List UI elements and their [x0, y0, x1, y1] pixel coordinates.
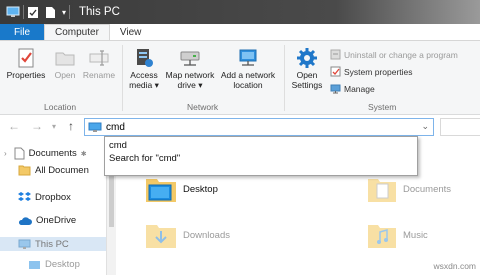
- documents-icon: [14, 147, 25, 160]
- chevron-down-icon[interactable]: ⌄: [421, 121, 429, 132]
- network-group-label: Network: [187, 102, 219, 112]
- desktop-folder-icon: [146, 179, 176, 202]
- music-folder-icon: [368, 225, 396, 248]
- gear-icon: [297, 48, 317, 68]
- access-media-button[interactable]: Access media ▾: [126, 47, 162, 90]
- sidebar-item-label: OneDrive: [36, 215, 77, 226]
- sidebar-item-label: Desktop: [45, 259, 80, 270]
- properties-check-icon[interactable]: [27, 0, 39, 24]
- map-network-drive-button[interactable]: Map network drive ▾: [163, 47, 217, 90]
- rename-label: Rename: [82, 70, 116, 80]
- map-network-drive-label-2: drive ▾: [177, 79, 203, 90]
- uninstall-label: Uninstall or change a program: [344, 49, 458, 60]
- title-separator: [69, 5, 71, 19]
- up-arrow-icon[interactable]: ↑: [68, 119, 74, 133]
- tab-computer[interactable]: Computer: [44, 24, 110, 40]
- folder-label: Music: [403, 229, 428, 241]
- sidebar-item-label: All Documen: [35, 165, 89, 176]
- sidebar-item-this-pc[interactable]: This PC: [0, 237, 106, 251]
- back-arrow-icon[interactable]: ←: [8, 119, 20, 133]
- recent-dropdown-icon[interactable]: ▾: [52, 122, 56, 131]
- group-divider: [122, 45, 123, 111]
- rename-button[interactable]: Rename: [82, 47, 116, 81]
- scrollbar-thumb[interactable]: [109, 171, 114, 227]
- folder-documents[interactable]: Documents: [367, 175, 451, 203]
- folder-music[interactable]: Music: [367, 221, 428, 249]
- suggestion-item[interactable]: Search for "cmd": [105, 152, 417, 165]
- properties-button[interactable]: Properties: [6, 47, 46, 81]
- sidebar-item-documents[interactable]: › Documents ✱: [4, 147, 87, 160]
- folder-label: Documents: [403, 183, 452, 195]
- computer-icon[interactable]: [6, 0, 20, 24]
- cloud-icon: [18, 216, 32, 225]
- sidebar-item-label: Dropbox: [35, 191, 71, 203]
- open-folder-icon: [55, 52, 75, 66]
- address-bar[interactable]: ⌄: [84, 118, 434, 136]
- sidebar-item-desktop[interactable]: Desktop: [28, 259, 80, 270]
- downloads-folder-icon: [146, 225, 176, 248]
- address-input[interactable]: [106, 121, 406, 133]
- folder-label: Desktop: [183, 183, 218, 195]
- system-properties-button[interactable]: System properties: [330, 66, 413, 77]
- network-location-icon: [239, 49, 257, 66]
- folder-desktop[interactable]: Desktop: [145, 175, 218, 203]
- open-button[interactable]: Open: [50, 47, 80, 81]
- desktop-folder-icon: [29, 260, 40, 269]
- sidebar-item-label: Documents: [28, 148, 77, 159]
- window-title: This PC: [79, 6, 120, 18]
- system-group-label: System: [368, 102, 397, 112]
- network-drive-icon: [180, 51, 200, 66]
- add-network-location-label-2: location: [233, 79, 263, 90]
- computer-icon: [18, 239, 31, 249]
- folder-downloads[interactable]: Downloads: [145, 221, 230, 249]
- open-label: Open: [54, 70, 76, 80]
- properties-label: Properties: [6, 70, 46, 80]
- ribbon: Properties Open Rename Location Access m…: [0, 41, 480, 115]
- location-group-label: Location: [44, 102, 77, 112]
- system-properties-icon: [330, 66, 341, 77]
- tab-file[interactable]: File: [0, 24, 44, 40]
- watermark: wsxdn.com: [433, 261, 476, 271]
- folder-label: Downloads: [183, 229, 230, 241]
- sidebar-item-onedrive[interactable]: OneDrive: [18, 215, 76, 226]
- navigation-pane: › Documents ✱ All Documen Dropbox OneDri…: [0, 139, 112, 275]
- documents-folder-icon: [368, 179, 396, 202]
- properties-icon: [18, 48, 34, 68]
- ribbon-tabs: File Computer View: [0, 24, 480, 41]
- open-settings-button[interactable]: Open Settings: [288, 47, 326, 90]
- sidebar-item-label: This PC: [35, 238, 69, 250]
- uninstall-program-button[interactable]: Uninstall or change a program: [330, 49, 458, 60]
- add-network-location-button[interactable]: Add a network location: [218, 47, 278, 90]
- computer-icon: [88, 122, 102, 132]
- open-settings-label-2: Settings: [291, 79, 323, 90]
- title-bar: ▾ This PC: [0, 0, 480, 24]
- manage-button[interactable]: Manage: [330, 83, 375, 94]
- address-suggestions: cmd Search for "cmd": [104, 136, 418, 176]
- rename-icon: [89, 50, 109, 66]
- title-separator: [23, 5, 24, 19]
- chevron-right-icon[interactable]: ›: [4, 149, 7, 158]
- group-divider: [284, 45, 285, 111]
- sidebar-item-dropbox[interactable]: Dropbox: [18, 191, 71, 203]
- media-server-icon: [137, 49, 153, 67]
- forward-arrow-icon[interactable]: →: [31, 119, 43, 133]
- uninstall-icon: [330, 49, 341, 60]
- sidebar-item-all-documents[interactable]: All Documen: [18, 165, 89, 176]
- folder-icon: [18, 165, 31, 176]
- tab-view[interactable]: View: [110, 24, 152, 40]
- suggestion-item[interactable]: cmd: [105, 139, 417, 152]
- manage-label: Manage: [344, 83, 375, 94]
- pin-icon: ✱: [80, 150, 87, 158]
- search-box[interactable]: [440, 118, 480, 136]
- quick-access-dropdown-icon[interactable]: ▾: [62, 0, 66, 24]
- system-properties-label: System properties: [344, 66, 413, 77]
- access-media-label-2: media ▾: [129, 79, 159, 90]
- dropbox-icon: [18, 192, 31, 201]
- manage-icon: [330, 84, 341, 94]
- new-document-icon[interactable]: [45, 0, 56, 24]
